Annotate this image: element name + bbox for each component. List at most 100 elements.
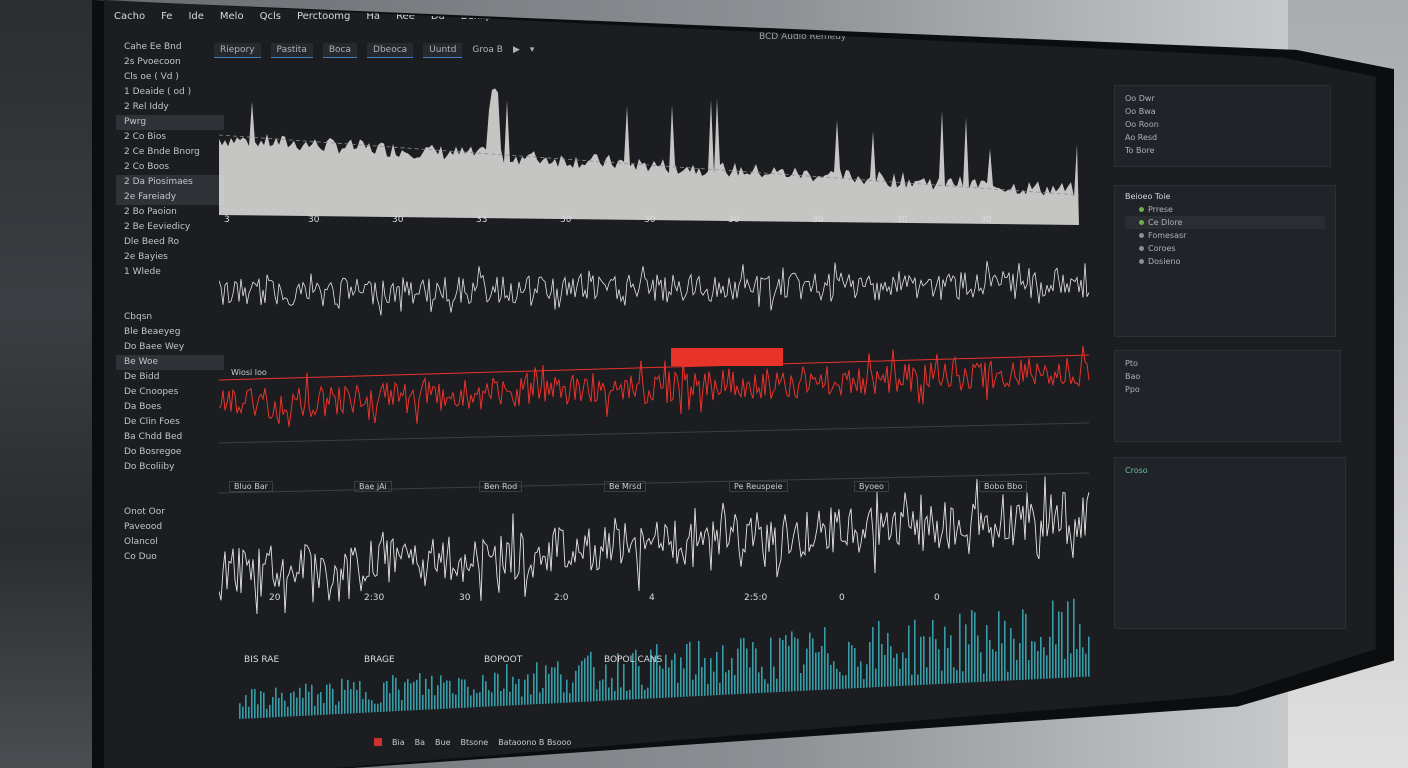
- spectrum-bar: [239, 703, 241, 719]
- lane-label[interactable]: Bluo Bar: [229, 481, 273, 492]
- track-list-item[interactable]: 2 Be Eeviedicy: [116, 220, 224, 235]
- spectrum-bar: [728, 669, 730, 695]
- lane-label[interactable]: Ben Rod: [479, 481, 523, 492]
- track-list-item[interactable]: Ba Chdd Bed: [116, 430, 224, 445]
- lane-label[interactable]: Byoeo: [854, 481, 889, 492]
- menu-item[interactable]: Perctoomg: [297, 11, 350, 22]
- spectrum-bar: [962, 671, 964, 683]
- track-list-item[interactable]: Cbqsn: [116, 310, 224, 325]
- spectrum-bar: [917, 674, 919, 686]
- status-item: Ba: [414, 738, 426, 747]
- track-list-item[interactable]: Da Boes: [116, 400, 224, 415]
- menu-item[interactable]: Qcls: [260, 11, 281, 22]
- spectrum-bar: [647, 687, 649, 699]
- track-list-item[interactable]: 2 Da Piosimaes: [116, 175, 224, 190]
- tick-label: 2:5:0: [744, 593, 768, 603]
- spectrum-bar: [383, 682, 385, 712]
- track-list-item[interactable]: 2 Bo Paoion: [116, 205, 224, 220]
- track-list-item[interactable]: 2 Rel Iddy: [116, 100, 224, 115]
- spectrum-bar: [1007, 671, 1009, 681]
- inspector-item[interactable]: Oo Dwr: [1125, 92, 1320, 105]
- selection-region[interactable]: [671, 348, 783, 366]
- inspector-item[interactable]: Oo Bwa: [1125, 105, 1320, 118]
- play-icon[interactable]: ▶: [513, 45, 520, 55]
- inspector-item[interactable]: To Bore: [1125, 144, 1320, 157]
- lane-label[interactable]: Bae jAi: [354, 481, 392, 492]
- spectrum-bar: [980, 652, 982, 682]
- track-list-item[interactable]: Cahe Ee Bnd: [116, 40, 224, 55]
- track-list-item[interactable]: 1 Deaide ( od ): [116, 85, 224, 100]
- spectrum-bar: [509, 691, 511, 706]
- track-list-item[interactable]: 2s Pvoecoon: [116, 55, 224, 70]
- inspector-item[interactable]: Ao Resd: [1125, 131, 1320, 144]
- spectrum-bar: [491, 692, 493, 707]
- spectrum-bar: [800, 673, 802, 691]
- spectrum-bar: [944, 626, 946, 684]
- waveform-track-3[interactable]: [219, 345, 1090, 427]
- track-list-item[interactable]: De Cnoopes: [116, 385, 224, 400]
- lane-label[interactable]: Bobo Bbo: [979, 481, 1028, 492]
- track-list-item[interactable]: Do Bosregoe: [116, 445, 224, 460]
- track-list-item[interactable]: 1 Wlede: [116, 265, 224, 280]
- track-list-item[interactable]: Co Duo: [116, 550, 224, 565]
- spectrum-bar: [497, 673, 499, 707]
- spectrum-bar: [269, 704, 271, 718]
- record-icon[interactable]: [374, 738, 382, 746]
- spectrum-bar: [518, 678, 520, 706]
- tree-item[interactable]: Prrese: [1125, 203, 1325, 216]
- track-list-item[interactable]: 2 Co Bios: [116, 130, 224, 145]
- track-list-item[interactable]: 2 Co Boos: [116, 160, 224, 175]
- track-list-item[interactable]: Do Bcoliiby: [116, 460, 224, 475]
- spectrum-bar: [449, 680, 451, 709]
- waveform-track-2[interactable]: [219, 261, 1090, 316]
- inspector-item[interactable]: Oo Roon: [1125, 118, 1320, 131]
- status-item: Bia: [392, 738, 405, 747]
- lane-label[interactable]: Be Mrsd: [604, 481, 647, 492]
- spectrum-bar: [713, 671, 715, 696]
- track-list-item[interactable]: Onot Oor: [116, 505, 224, 520]
- track-list-item[interactable]: Pwrg: [116, 115, 224, 130]
- spectrum-bar: [1037, 650, 1039, 680]
- track-group-2: Cbqsn Ble Beaeyeg Do Baee Wey Be Woe De Bidd…: [116, 310, 224, 475]
- tree-item[interactable]: Dosieno: [1125, 255, 1325, 268]
- zoom-label[interactable]: Groa B: [472, 45, 503, 55]
- track-list-item[interactable]: Paveood: [116, 520, 224, 535]
- track-list-item[interactable]: De Bidd: [116, 370, 224, 385]
- spectrum-bar: [638, 666, 640, 700]
- track-list-item[interactable]: De Clin Foes: [116, 415, 224, 430]
- track-list-item[interactable]: 2 Ce Bnde Bnorg: [116, 145, 224, 160]
- spectrum-bar: [545, 665, 547, 704]
- spectrum-bar: [932, 620, 934, 685]
- menu-item[interactable]: Melo: [220, 11, 244, 22]
- menu-item[interactable]: Ree: [396, 11, 415, 22]
- menu-item[interactable]: Cacho: [114, 11, 145, 22]
- tree-item[interactable]: Fomesasr: [1125, 229, 1325, 242]
- spectrum-bar: [1055, 644, 1057, 679]
- spectrum-bar: [1004, 620, 1006, 681]
- track-list-item[interactable]: Olancol: [116, 535, 224, 550]
- menu-item[interactable]: Ide: [188, 11, 203, 22]
- spectrum-bar: [479, 692, 481, 707]
- track-list-item[interactable]: Ble Beaeyeg: [116, 325, 224, 340]
- track-list-item[interactable]: 2e Fareiady: [116, 190, 224, 205]
- track-list-item[interactable]: Cls oe ( Vd ): [116, 70, 224, 85]
- lane-label[interactable]: Pe Reuspeie: [729, 481, 788, 492]
- track-list-item[interactable]: 2e Bayies: [116, 250, 224, 265]
- spectrum-bar: [542, 687, 544, 704]
- track-list-item[interactable]: Be Woe: [116, 355, 224, 370]
- waveform-canvas[interactable]: [219, 55, 1099, 755]
- spectrum-bar: [701, 666, 703, 696]
- tree-item[interactable]: Coroes: [1125, 242, 1325, 255]
- menu-item[interactable]: Fe: [161, 11, 172, 22]
- footer-item[interactable]: Croso: [1125, 464, 1335, 477]
- spectrum-bar: [1025, 613, 1027, 680]
- spectrum-bar: [677, 682, 679, 698]
- track-list-item[interactable]: Dle Beed Ro: [116, 235, 224, 250]
- spectrum-bar: [401, 700, 403, 711]
- track-list-item[interactable]: Do Baee Wey: [116, 340, 224, 355]
- waveform-track-1[interactable]: [219, 88, 1079, 225]
- tick-label: BRAGE: [364, 655, 395, 665]
- dropdown-icon[interactable]: ▾: [530, 45, 535, 55]
- tree-item[interactable]: Ce Dlore: [1125, 216, 1325, 229]
- spectrum-bar: [974, 612, 976, 683]
